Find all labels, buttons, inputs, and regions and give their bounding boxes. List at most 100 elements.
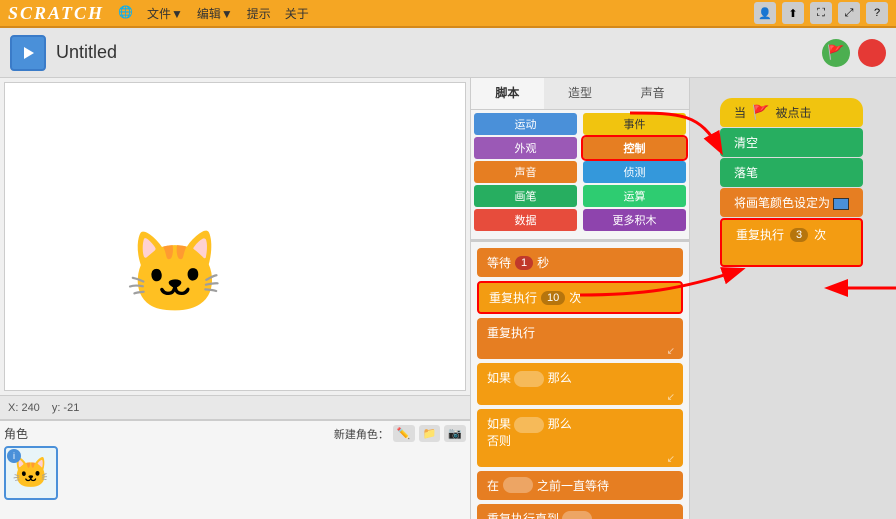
camera-icon[interactable]: 📷 [444, 425, 466, 442]
cat-sprite-thumb[interactable]: 🐱 i [4, 446, 58, 500]
new-sprite-controls: 新建角色： ✏️ 📁 📷 [334, 425, 466, 442]
block-repeat-forever-label: 重复执行 [487, 326, 535, 340]
tab-costumes[interactable]: 造型 [544, 78, 617, 109]
menu-globe[interactable]: 🌐 [114, 3, 137, 24]
project-title[interactable]: Untitled [56, 42, 117, 63]
block-repeat-forever[interactable]: 重复执行 ↙ [477, 318, 683, 359]
stage-area: 🐱 X: 240 y: -21 角色 新建角色： ✏️ 📁 📷 [0, 78, 470, 519]
x-coordinate: X: 240 [8, 402, 40, 414]
color-swatch[interactable] [833, 198, 849, 210]
block-if-else-label: 如果 [487, 417, 511, 431]
script-block-repeat3[interactable]: 重复执行 3 次 [720, 218, 863, 267]
block-wait-until-label: 在 [487, 477, 499, 494]
scratch-logo: SCRATCH [8, 3, 104, 24]
title-bar: Untitled 🚩 [0, 28, 896, 78]
shrink-icon[interactable]: ⤢ [838, 2, 860, 24]
stage-canvas: 🐱 [4, 82, 466, 391]
help-icon[interactable]: ? [866, 2, 888, 24]
block-tabs: 脚本 造型 声音 [471, 78, 689, 110]
block-repeat-label: 重复执行 [489, 289, 537, 306]
block-if-else[interactable]: 如果 那么 否则 ↙ [477, 409, 683, 467]
blocks-list: 等待 1 秒 重复执行 10 次 ↙ 重复执行 ↙ 如果 那么 ↙ [471, 242, 689, 519]
cat-looks[interactable]: 外观 [474, 137, 577, 159]
cat-more[interactable]: 更多积木 [583, 209, 686, 231]
new-sprite-label: 新建角色： [334, 426, 389, 442]
fullscreen-icon[interactable]: ⛶ [810, 2, 832, 24]
tab-sounds[interactable]: 声音 [616, 78, 689, 109]
script-block-clear[interactable]: 清空 [720, 128, 863, 157]
cat-motion[interactable]: 运动 [474, 113, 577, 135]
category-col-2: 事件 控制 侦测 运算 更多积木 [580, 110, 689, 239]
block-categories: 运动 外观 声音 画笔 数据 事件 控制 侦测 运算 更多积木 [471, 110, 689, 240]
script-block-pencolor[interactable]: 将画笔颜色设定为 [720, 188, 863, 217]
cat-sensing[interactable]: 侦测 [583, 161, 686, 183]
block-repeat-suffix: 次 [569, 289, 581, 306]
title-controls: 🚩 [822, 39, 886, 67]
block-panel: 脚本 造型 声音 运动 外观 声音 画笔 数据 事件 控制 侦测 运算 更多积木 [470, 78, 690, 519]
pen-label: 落笔 [734, 166, 758, 180]
repeat3-label: 重复执行 [736, 226, 784, 243]
block-wait-input[interactable]: 1 [515, 256, 533, 270]
tab-scripts[interactable]: 脚本 [471, 78, 544, 109]
menu-file[interactable]: 文件▼ [143, 3, 187, 24]
top-bar: SCRATCH 🌐 文件▼ 编辑▼ 提示 关于 👤 ⬆ ⛶ ⤢ ? [0, 0, 896, 28]
sprite-panel-title: 角色 [4, 425, 28, 442]
block-wait[interactable]: 等待 1 秒 [477, 248, 683, 277]
hat-block[interactable]: 当 🚩 被点击 [720, 98, 863, 127]
cat-data[interactable]: 数据 [474, 209, 577, 231]
block-wait-until[interactable]: 在 之前一直等待 [477, 471, 683, 500]
cat-control[interactable]: 控制 [583, 137, 686, 159]
block-notch2: ↙ [667, 346, 675, 357]
repeat3-input[interactable]: 3 [790, 228, 808, 242]
paint-icon[interactable]: ✏️ [393, 425, 415, 442]
script-block-pen[interactable]: 落笔 [720, 158, 863, 187]
block-wait-until-suffix: 之前一直等待 [537, 477, 609, 494]
sprite-info-badge: i [7, 449, 21, 463]
stage-status: X: 240 y: -21 [0, 395, 470, 419]
cat-sound[interactable]: 声音 [474, 161, 577, 183]
block-if[interactable]: 如果 那么 ↙ [477, 363, 683, 405]
sprite-panel-header: 角色 新建角色： ✏️ 📁 📷 [4, 425, 466, 442]
block-notch3: ↙ [667, 392, 675, 403]
script-area[interactable]: 当 🚩 被点击 清空 落笔 将画笔颜色设定为 重复执行 3 次 ➤ [690, 78, 896, 519]
project-icon [10, 35, 46, 71]
upload-icon[interactable]: ⬆ [782, 2, 804, 24]
sprite-panel: 角色 新建角色： ✏️ 📁 📷 🐱 i [0, 419, 470, 519]
block-repeat-until-label: 重复执行直到 [487, 512, 559, 519]
block-repeat-until[interactable]: 重复执行直到 ↙ [477, 504, 683, 519]
y-coordinate: y: -21 [52, 402, 80, 414]
top-bar-right: 👤 ⬆ ⛶ ⤢ ? [754, 2, 888, 24]
block-repeat-10[interactable]: 重复执行 10 次 ↙ [477, 281, 683, 314]
hat-when-label: 当 [734, 104, 746, 121]
block-if-label: 如果 [487, 371, 511, 385]
block-wait-suffix: 秒 [537, 254, 549, 271]
clear-label: 清空 [734, 136, 758, 150]
green-flag-icon: 🚩 [752, 104, 769, 121]
cat-operators[interactable]: 运算 [583, 185, 686, 207]
cat-pen[interactable]: 画笔 [474, 185, 577, 207]
new-sprite-icons: ✏️ 📁 📷 [393, 425, 466, 442]
share-icon[interactable]: 👤 [754, 2, 776, 24]
main-layout: 🐱 X: 240 y: -21 角色 新建角色： ✏️ 📁 📷 [0, 78, 896, 519]
block-repeat-input[interactable]: 10 [541, 291, 565, 305]
stop-button[interactable] [858, 39, 886, 67]
cat-events[interactable]: 事件 [583, 113, 686, 135]
block-wait-label: 等待 [487, 254, 511, 271]
category-col-1: 运动 外观 声音 画笔 数据 [471, 110, 580, 239]
menu-about[interactable]: 关于 [281, 3, 313, 24]
folder-icon[interactable]: 📁 [419, 425, 441, 442]
block-notch4: ↙ [667, 454, 675, 465]
block-if-suffix: 那么 [548, 371, 572, 385]
menu-edit[interactable]: 编辑▼ [193, 3, 237, 24]
menu-hints[interactable]: 提示 [243, 3, 275, 24]
top-menu: 🌐 文件▼ 编辑▼ 提示 关于 [114, 3, 313, 24]
script-blocks: 当 🚩 被点击 清空 落笔 将画笔颜色设定为 重复执行 3 次 [720, 98, 863, 267]
else-label: 否则 [487, 432, 511, 449]
repeat3-suffix: 次 [814, 226, 826, 243]
block-if-else-then: 那么 [548, 417, 572, 431]
cat-sprite: 🐱 [125, 226, 225, 320]
green-flag-button[interactable]: 🚩 [822, 39, 850, 67]
hat-clicked-label: 被点击 [775, 104, 811, 121]
sprite-list: 🐱 i [4, 446, 466, 500]
pencolor-label: 将画笔颜色设定为 [734, 196, 830, 210]
